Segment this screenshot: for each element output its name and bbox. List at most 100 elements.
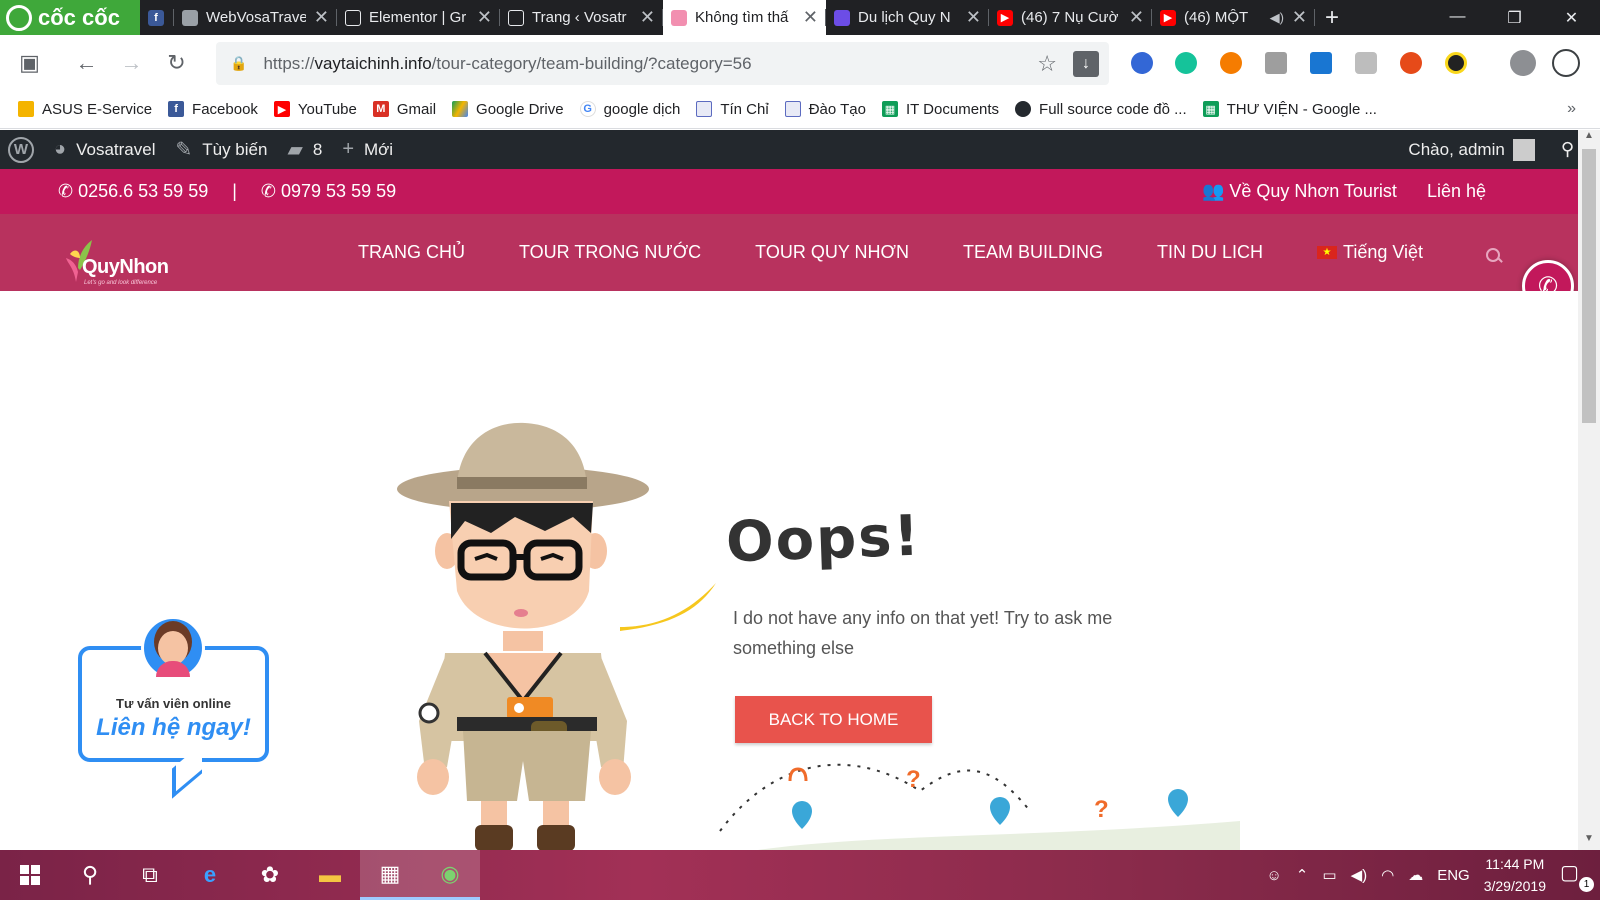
- close-icon[interactable]: ✕: [1292, 7, 1307, 28]
- close-icon[interactable]: ✕: [803, 7, 818, 28]
- scroll-up-icon[interactable]: ▲: [1578, 130, 1600, 147]
- back-to-home-button[interactable]: BACK TO HOME: [735, 696, 932, 743]
- tab-active[interactable]: Không tìm thấ ✕: [663, 0, 826, 35]
- paint-icon[interactable]: ✿: [240, 850, 300, 900]
- address-url[interactable]: https://vaytaichinh.info/tour-category/t…: [263, 54, 751, 74]
- lock-icon: 🔒: [230, 55, 248, 71]
- bookmark-label: YouTube: [297, 100, 357, 118]
- menu-item-domestic-tours[interactable]: TOUR TRONG NƯỚC: [519, 242, 701, 263]
- close-icon[interactable]: ✕: [640, 7, 655, 28]
- cloud-icon[interactable]: ☁: [1408, 866, 1423, 884]
- close-icon[interactable]: ✕: [1129, 7, 1144, 28]
- user-avatar-icon[interactable]: [1512, 138, 1535, 161]
- extension-icon[interactable]: [1131, 52, 1153, 74]
- address-bar[interactable]: 🔒 https://vaytaichinh.info/tour-category…: [216, 42, 1109, 85]
- battery-icon[interactable]: ▭: [1322, 866, 1336, 884]
- bookmark-item[interactable]: Đào Tạo: [784, 101, 866, 118]
- file-explorer-icon[interactable]: ▬: [300, 850, 360, 900]
- bookmark-item[interactable]: M Gmail: [372, 101, 436, 118]
- bookmark-item[interactable]: Ggoogle dịch: [579, 101, 680, 118]
- forward-icon[interactable]: →: [109, 50, 154, 76]
- chat-support-widget[interactable]: Tư vấn viên online Liên hệ ngay!: [76, 616, 271, 801]
- profile-avatar-icon[interactable]: [1510, 50, 1536, 76]
- about-link[interactable]: 👥 Về Quy Nhơn Tourist: [1202, 181, 1397, 202]
- speaker-icon[interactable]: ◀): [1270, 10, 1284, 26]
- bookmark-item[interactable]: f Facebook: [168, 101, 258, 118]
- bookmark-star-icon[interactable]: ☆: [1037, 51, 1057, 77]
- bookmark-item[interactable]: ▦ THƯ VIỆN - Google ...: [1202, 101, 1377, 118]
- wp-greeting[interactable]: Chào, admin: [1408, 140, 1504, 160]
- wp-site-link[interactable]: ◕ Vosatravel: [54, 138, 155, 161]
- phone-link-1[interactable]: ✆ 0256.6 53 59 59: [58, 181, 208, 202]
- extension-icon[interactable]: [1220, 52, 1242, 74]
- language-switcher[interactable]: ★ Tiếng Việt: [1317, 242, 1423, 263]
- site-logo[interactable]: QuyNhon Let's go and look difference: [60, 236, 180, 288]
- extension-icon[interactable]: [1310, 52, 1332, 74]
- bookmark-item[interactable]: Google Drive: [452, 101, 564, 118]
- wp-comments-link[interactable]: ▰ 8: [287, 137, 322, 162]
- reload-icon[interactable]: ↻: [154, 50, 199, 76]
- tab[interactable]: Du lịch Quy N ✕: [826, 0, 989, 35]
- bookmark-item[interactable]: ▶ YouTube: [273, 100, 357, 118]
- input-language[interactable]: ENG: [1437, 867, 1470, 884]
- facebook-extension-icon[interactable]: [1265, 52, 1287, 74]
- bookmark-item[interactable]: ASUS E-Service: [18, 101, 152, 118]
- search-icon[interactable]: [1486, 248, 1502, 264]
- chevron-up-icon[interactable]: ⌃: [1296, 866, 1309, 884]
- svg-text:?: ?: [1094, 796, 1109, 823]
- notification-center-icon[interactable]: ▢ 1: [1560, 860, 1594, 892]
- close-icon[interactable]: ✕: [966, 7, 981, 28]
- extension-icon[interactable]: [1400, 52, 1422, 74]
- start-button[interactable]: [0, 850, 60, 900]
- menu-item-team-building[interactable]: TEAM BUILDING: [963, 242, 1103, 263]
- search-icon[interactable]: ⚲: [60, 850, 120, 900]
- menu-circle-icon[interactable]: [1552, 49, 1580, 77]
- bookmark-item[interactable]: ▦ IT Documents: [881, 101, 999, 118]
- wp-customize-link[interactable]: ✎ Tùy biến: [175, 137, 267, 162]
- close-icon[interactable]: ✕: [314, 7, 329, 28]
- edge-icon[interactable]: e: [180, 850, 240, 900]
- bookmark-item[interactable]: Full source code đồ ...: [1015, 101, 1187, 118]
- tab[interactable]: ▶ (46) 7 Nụ Cườ ✕: [989, 0, 1152, 35]
- task-view-icon[interactable]: ⧉: [120, 850, 180, 900]
- bookmarks-overflow-icon[interactable]: »: [1567, 100, 1576, 118]
- youtube-icon: ▶: [997, 9, 1013, 26]
- extension-icon[interactable]: [1445, 52, 1467, 74]
- restore-icon[interactable]: ❐: [1486, 8, 1543, 28]
- clock[interactable]: 11:44 PM 3/29/2019: [1484, 853, 1546, 897]
- coccoc-taskbar-icon[interactable]: ◉: [420, 850, 480, 900]
- contact-link[interactable]: Liên hệ: [1427, 181, 1486, 202]
- page-scrollbar[interactable]: ▲ ▼: [1578, 130, 1600, 850]
- download-icon[interactable]: ↓: [1073, 50, 1099, 77]
- tab[interactable]: Elementor | Gr ✕: [337, 0, 500, 35]
- tab[interactable]: ▶ (46) MỘT ◀) ✕: [1152, 0, 1315, 35]
- menu-item-news[interactable]: TIN DU LICH: [1157, 242, 1263, 263]
- youtube-icon: ▶: [1160, 9, 1176, 26]
- back-icon[interactable]: ←: [64, 50, 109, 76]
- tab-pinned-facebook[interactable]: f: [140, 0, 174, 35]
- close-icon[interactable]: ✕: [477, 7, 492, 28]
- phone-link-2[interactable]: ✆ 0979 53 59 59: [261, 181, 396, 202]
- menu-item-home[interactable]: TRANG CHỦ: [358, 242, 465, 263]
- app-icon[interactable]: ▦: [360, 850, 420, 900]
- scrollbar-thumb[interactable]: [1582, 149, 1596, 423]
- grammarly-icon[interactable]: [1175, 52, 1197, 74]
- camera-icon[interactable]: [1355, 52, 1377, 74]
- minimize-icon[interactable]: —: [1429, 8, 1486, 28]
- wp-new-link[interactable]: + Mới: [342, 138, 393, 161]
- scroll-down-icon[interactable]: ▼: [1578, 833, 1600, 850]
- tab[interactable]: WebVosaTrave ✕: [174, 0, 337, 35]
- tab[interactable]: Trang ‹ Vosatr ✕: [500, 0, 663, 35]
- search-icon[interactable]: ⚲: [1561, 139, 1574, 160]
- menu-item-quynhon-tours[interactable]: TOUR QUY NHƠN: [755, 242, 909, 263]
- new-tab-button[interactable]: +: [1315, 4, 1349, 32]
- bookmark-label: Full source code đồ ...: [1039, 100, 1187, 118]
- browser-brand[interactable]: cốc cốc: [0, 0, 140, 35]
- people-icon[interactable]: ☺: [1266, 867, 1281, 884]
- bookmark-item[interactable]: Tín Chỉ: [696, 101, 769, 118]
- wordpress-logo-icon[interactable]: W: [8, 136, 34, 163]
- sidebar-toggle-icon[interactable]: ▣: [7, 50, 52, 76]
- volume-icon[interactable]: ◀): [1351, 866, 1368, 884]
- wifi-icon[interactable]: ◠: [1381, 866, 1394, 884]
- close-window-icon[interactable]: ✕: [1543, 8, 1600, 28]
